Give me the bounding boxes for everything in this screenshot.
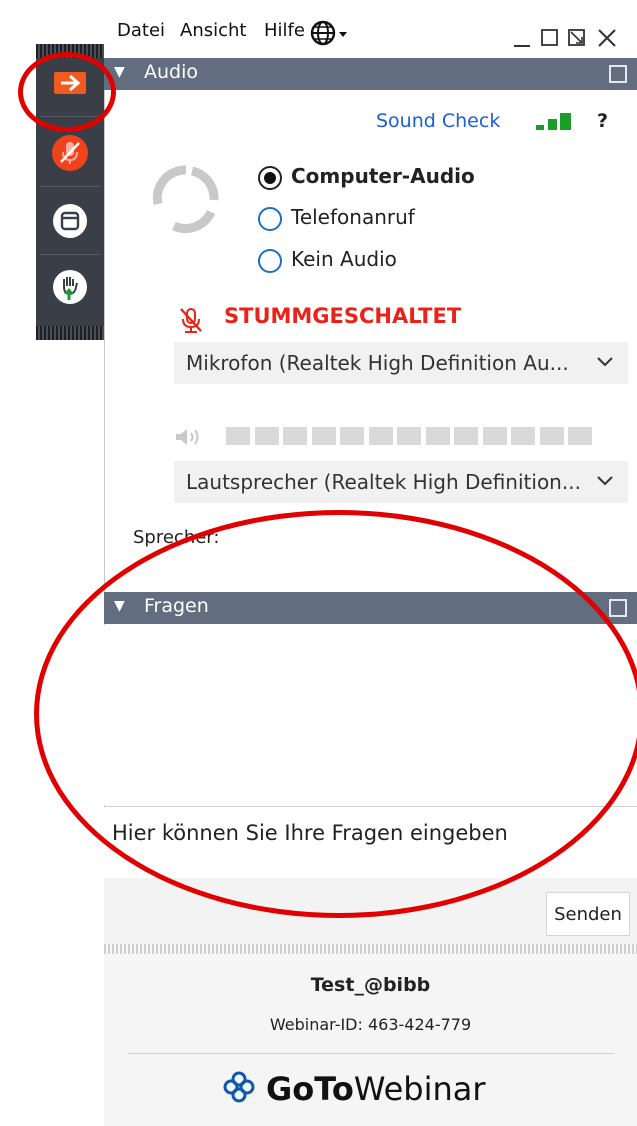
send-button[interactable]: Senden bbox=[546, 892, 630, 936]
window-button[interactable] bbox=[36, 192, 104, 250]
sound-check-link[interactable]: Sound Check bbox=[376, 110, 500, 132]
kein-audio-label[interactable]: Kein Audio bbox=[291, 247, 397, 271]
window-icon bbox=[53, 204, 87, 238]
webinar-info: Test_@bibb Webinar-ID: 463-424-779 GoTo … bbox=[104, 954, 637, 1126]
audio-panel-header[interactable]: ▼ Audio bbox=[104, 58, 637, 90]
maximize-icon[interactable] bbox=[540, 28, 560, 52]
telefonanruf-label[interactable]: Telefonanruf bbox=[291, 205, 415, 229]
level-segment bbox=[540, 427, 564, 445]
menu-ansicht[interactable]: Ansicht bbox=[180, 20, 246, 41]
level-segment bbox=[283, 427, 307, 445]
level-segment bbox=[397, 427, 421, 445]
popout-icon[interactable] bbox=[609, 599, 627, 617]
drag-handle-bottom[interactable] bbox=[36, 326, 104, 340]
webinar-id: Webinar-ID: 463-424-779 bbox=[269, 1015, 472, 1034]
menu-datei[interactable]: Datei bbox=[117, 20, 165, 41]
radio-telefonanruf[interactable] bbox=[258, 207, 282, 231]
raise-hand-icon bbox=[53, 270, 87, 304]
mic-muted-icon bbox=[52, 135, 88, 171]
audio-panel-title: Audio bbox=[144, 61, 199, 83]
level-segment bbox=[568, 427, 592, 445]
popout-icon[interactable] bbox=[567, 28, 587, 52]
signal-strength-icon bbox=[536, 112, 572, 136]
computer-audio-label[interactable]: Computer-Audio bbox=[291, 164, 475, 188]
brand-light: Webinar bbox=[353, 1070, 486, 1108]
speaker-select[interactable]: Lautsprecher (Realtek High Definition... bbox=[174, 461, 628, 503]
speaker-select-value: Lautsprecher (Realtek High Definition... bbox=[186, 470, 581, 494]
level-segment bbox=[369, 427, 393, 445]
radio-kein-audio[interactable] bbox=[258, 249, 282, 273]
menu-bar: Datei Ansicht Hilfe bbox=[104, 8, 637, 58]
annotation-circle-small bbox=[18, 52, 116, 132]
level-segment bbox=[312, 427, 336, 445]
popout-icon[interactable] bbox=[609, 65, 627, 83]
microphone-select-value: Mikrofon (Realtek High Definition Au... bbox=[186, 351, 569, 375]
level-segment bbox=[426, 427, 450, 445]
mute-toggle-button[interactable] bbox=[36, 126, 104, 180]
raise-hand-button[interactable] bbox=[36, 258, 104, 316]
annotation-circle-large bbox=[34, 510, 637, 918]
divider bbox=[128, 1053, 614, 1054]
close-icon[interactable] bbox=[596, 27, 618, 53]
level-segment bbox=[483, 427, 507, 445]
level-segment bbox=[340, 427, 364, 445]
level-segment bbox=[511, 427, 535, 445]
level-segment bbox=[226, 427, 250, 445]
chevron-down-icon bbox=[594, 350, 616, 377]
chevron-down-icon bbox=[594, 469, 616, 496]
menu-hilfe[interactable]: Hilfe bbox=[264, 20, 305, 41]
collapse-triangle-icon[interactable]: ▼ bbox=[114, 64, 125, 80]
gotowebinar-logo: GoTo Webinar bbox=[222, 1070, 486, 1108]
mute-status-text: STUMMGESCHALTET bbox=[224, 304, 462, 328]
level-segment bbox=[255, 427, 279, 445]
radio-computer-audio[interactable] bbox=[258, 166, 282, 190]
minimize-icon[interactable] bbox=[512, 30, 532, 54]
speaker-volume-icon bbox=[174, 426, 210, 452]
help-button[interactable]: ? bbox=[597, 110, 608, 132]
headset-icon bbox=[148, 160, 224, 240]
gotowebinar-flower-icon bbox=[222, 1070, 256, 1108]
mic-muted-icon bbox=[178, 306, 204, 338]
brand-bold: GoTo bbox=[266, 1070, 354, 1108]
webinar-name: Test_@bibb bbox=[310, 974, 431, 996]
globe-icon[interactable] bbox=[310, 20, 350, 50]
resize-divider[interactable] bbox=[104, 944, 637, 954]
level-segment bbox=[454, 427, 478, 445]
microphone-select[interactable]: Mikrofon (Realtek High Definition Au... bbox=[174, 342, 628, 384]
